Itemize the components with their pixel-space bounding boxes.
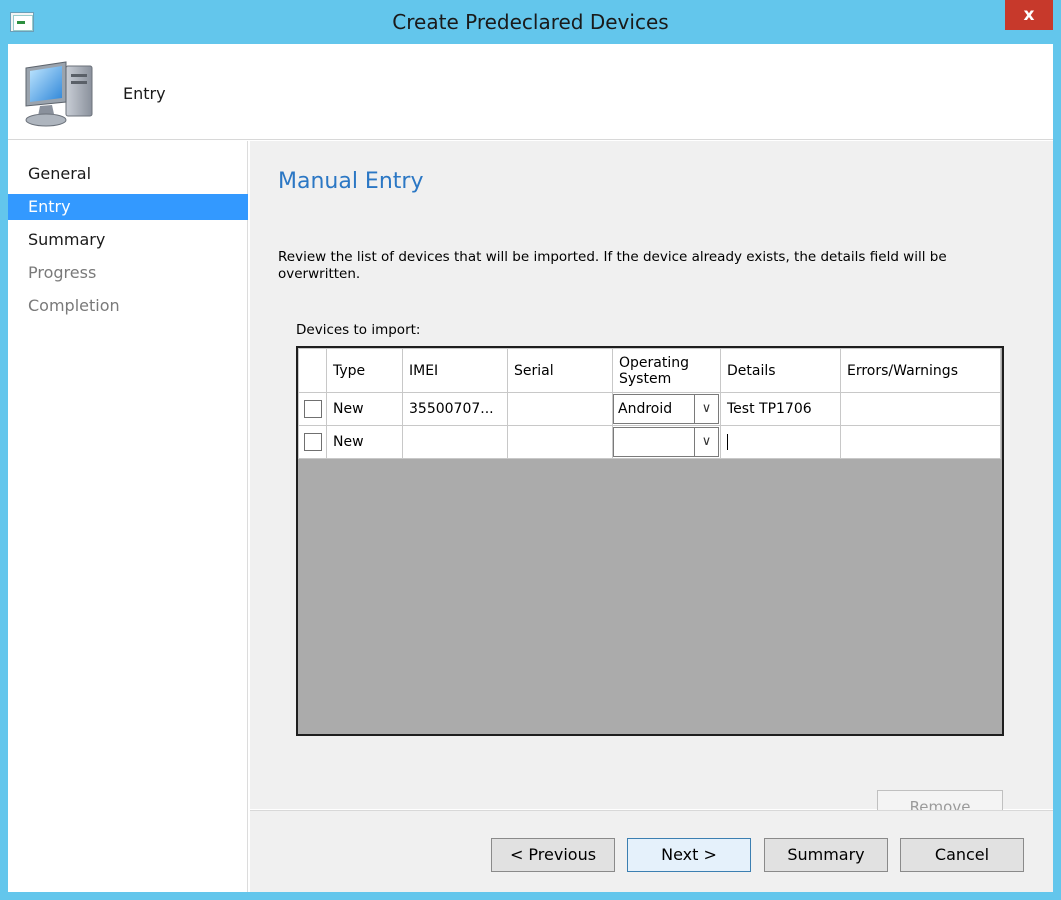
wizard-content: Entry General Entry Summary Progress Com… xyxy=(8,44,1053,892)
cell-type[interactable]: New xyxy=(326,392,403,426)
row-checkbox[interactable] xyxy=(303,400,322,418)
header-select xyxy=(298,348,327,393)
header-imei[interactable]: IMEI xyxy=(402,348,508,393)
chevron-down-icon[interactable]: ∨ xyxy=(694,428,718,456)
cell-details[interactable]: Test TP1706 xyxy=(720,392,841,426)
sidebar-item-entry[interactable]: Entry xyxy=(8,194,248,220)
sidebar-item-completion: Completion xyxy=(28,296,120,315)
sidebar-item-general[interactable]: General xyxy=(8,161,248,187)
summary-button[interactable]: Summary xyxy=(764,838,888,872)
sidebar-item-progress: Progress xyxy=(28,263,97,282)
os-dropdown[interactable]: Android ∨ xyxy=(613,394,719,424)
sidebar-item-summary[interactable]: Summary xyxy=(8,227,248,253)
cell-imei[interactable]: 35500707... xyxy=(402,392,508,426)
row-checkbox[interactable] xyxy=(303,433,322,451)
cell-errors-warnings xyxy=(840,425,1001,459)
previous-button[interactable]: < Previous xyxy=(491,838,615,872)
header-errors-warnings[interactable]: Errors/Warnings xyxy=(840,348,1001,393)
table-row[interactable]: New 35500707... Android ∨ Test TP1706 xyxy=(298,392,1001,426)
cell-operating-system: ∨ xyxy=(612,425,721,459)
row-select-cell xyxy=(298,425,327,459)
cell-serial[interactable] xyxy=(507,392,613,426)
cell-type[interactable]: New xyxy=(326,425,403,459)
text-caret xyxy=(727,434,728,450)
header-os-line2: System xyxy=(619,370,672,387)
devices-table: Type IMEI Serial Operating System Detail… xyxy=(298,348,1001,459)
wizard-steps-sidebar: General Entry Summary Progress Completio… xyxy=(8,141,248,892)
banner: Entry xyxy=(8,44,1053,140)
close-button[interactable]: x xyxy=(1005,0,1053,30)
cell-details-editing[interactable] xyxy=(720,425,841,459)
wizard-window: Create Predeclared Devices x Entry Gener… xyxy=(0,0,1061,900)
header-details[interactable]: Details xyxy=(720,348,841,393)
computer-icon xyxy=(25,61,93,127)
next-button[interactable]: Next > xyxy=(627,838,751,872)
page-title: Manual Entry xyxy=(278,169,424,194)
window-title: Create Predeclared Devices xyxy=(392,10,669,34)
devices-grid[interactable]: Type IMEI Serial Operating System Detail… xyxy=(296,346,1004,736)
title-bar[interactable]: Create Predeclared Devices x xyxy=(0,0,1061,44)
chevron-down-icon[interactable]: ∨ xyxy=(694,395,718,423)
header-operating-system[interactable]: Operating System xyxy=(612,348,721,393)
header-type[interactable]: Type xyxy=(326,348,403,393)
table-header-row: Type IMEI Serial Operating System Detail… xyxy=(298,348,1001,393)
header-serial[interactable]: Serial xyxy=(507,348,613,393)
main-panel: Manual Entry Review the list of devices … xyxy=(250,141,1053,824)
header-os-line1: Operating xyxy=(619,354,689,371)
cell-errors-warnings xyxy=(840,392,1001,426)
row-select-cell xyxy=(298,392,327,426)
wizard-footer: < Previous Next > Summary Cancel xyxy=(250,810,1053,892)
os-dropdown[interactable]: ∨ xyxy=(613,427,719,457)
cancel-button[interactable]: Cancel xyxy=(900,838,1024,872)
page-description: Review the list of devices that will be … xyxy=(278,249,947,282)
devices-list-label: Devices to import: xyxy=(296,322,421,338)
cell-serial[interactable] xyxy=(507,425,613,459)
table-row[interactable]: New ∨ xyxy=(298,425,1001,459)
cell-operating-system: Android ∨ xyxy=(612,392,721,426)
cell-imei[interactable] xyxy=(402,425,508,459)
os-dropdown-value: Android xyxy=(618,401,673,417)
banner-title: Entry xyxy=(123,84,166,103)
